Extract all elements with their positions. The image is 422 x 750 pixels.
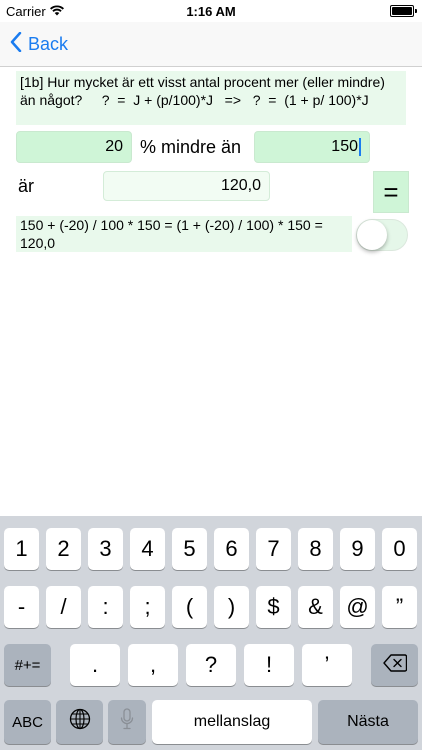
percent-value: 20: [105, 138, 123, 155]
key-0[interactable]: 0: [382, 528, 417, 570]
globe-key[interactable]: [56, 700, 103, 744]
globe-icon: [69, 708, 91, 736]
key-colon[interactable]: :: [88, 586, 123, 628]
key-dash[interactable]: -: [4, 586, 39, 628]
battery-icon: [390, 5, 417, 17]
backspace-icon: [382, 652, 407, 678]
key-8[interactable]: 8: [298, 528, 333, 570]
next-key[interactable]: Nästa: [318, 700, 418, 744]
question-text: [1b] Hur mycket är ett visst antal proce…: [16, 71, 406, 125]
key-comma[interactable]: ,: [128, 644, 178, 686]
result-value: 120,0: [220, 177, 261, 194]
key-6[interactable]: 6: [214, 528, 249, 570]
status-bar: Carrier 1:16 AM: [0, 0, 422, 22]
text-cursor: [359, 138, 361, 156]
back-label: Back: [28, 33, 69, 54]
key-close-paren[interactable]: ): [214, 586, 249, 628]
microphone-icon: [120, 708, 134, 736]
dictation-key[interactable]: [108, 700, 146, 744]
navigation-bar: Back: [0, 22, 422, 67]
toggle-switch[interactable]: [356, 219, 408, 251]
key-2[interactable]: 2: [46, 528, 81, 570]
base-value: 150: [331, 138, 358, 155]
key-5[interactable]: 5: [172, 528, 207, 570]
toggle-knob: [357, 220, 387, 250]
key-dollar[interactable]: $: [256, 586, 291, 628]
key-at[interactable]: @: [340, 586, 375, 628]
space-key[interactable]: mellanslag: [152, 700, 312, 744]
key-open-paren[interactable]: (: [172, 586, 207, 628]
key-period[interactable]: .: [70, 644, 120, 686]
key-4[interactable]: 4: [130, 528, 165, 570]
key-slash[interactable]: /: [46, 586, 81, 628]
keyboard: 1 2 3 4 5 6 7 8 9 0 - / : ; ( ) $ & @ ” …: [0, 516, 422, 750]
base-input[interactable]: 150: [254, 131, 370, 163]
equals-button[interactable]: =: [373, 171, 409, 213]
key-exclamation[interactable]: !: [244, 644, 294, 686]
key-ampersand[interactable]: &: [298, 586, 333, 628]
result-label: är: [18, 176, 35, 196]
key-apostrophe[interactable]: ’: [302, 644, 352, 686]
result-field: 120,0: [103, 171, 270, 201]
status-time: 1:16 AM: [186, 4, 236, 19]
key-question[interactable]: ?: [186, 644, 236, 686]
mode-label[interactable]: % mindre än: [140, 137, 241, 158]
key-9[interactable]: 9: [340, 528, 375, 570]
formula-text: 150 + (-20) / 100 * 150 = (1 + (-20) / 1…: [16, 216, 352, 252]
chevron-left-icon: [10, 31, 22, 57]
key-semicolon[interactable]: ;: [130, 586, 165, 628]
delete-key[interactable]: [371, 644, 418, 686]
key-7[interactable]: 7: [256, 528, 291, 570]
key-3[interactable]: 3: [88, 528, 123, 570]
key-quote[interactable]: ”: [382, 586, 417, 628]
key-1[interactable]: 1: [4, 528, 39, 570]
back-button[interactable]: Back: [10, 30, 68, 58]
key-abc[interactable]: ABC: [4, 700, 51, 744]
key-symbols[interactable]: #+=: [4, 644, 51, 686]
percent-input[interactable]: 20: [16, 131, 132, 163]
